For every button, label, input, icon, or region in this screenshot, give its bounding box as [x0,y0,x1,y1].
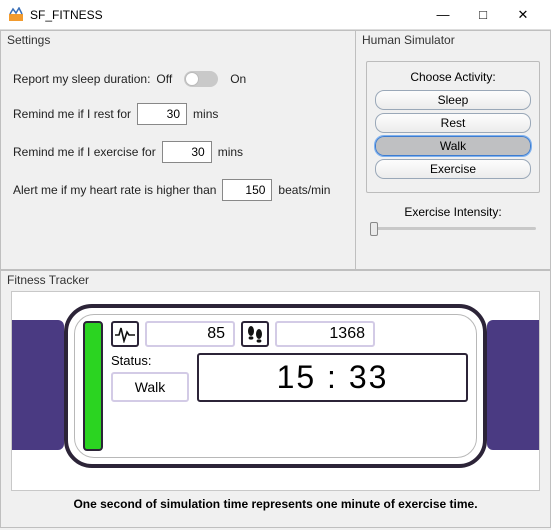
exercise-unit: mins [218,145,243,159]
rest-row: Remind me if I rest for mins [13,103,343,125]
on-label: On [230,72,246,86]
tracker-caption: One second of simulation time represents… [11,497,540,511]
hr-unit: beats/min [278,183,330,197]
top-row: 85 1368 [111,321,468,347]
readouts: 85 1368 Status: Walk 15 : 33 [111,321,468,451]
tracker-panel: Fitness Tracker 85 1368 [0,270,551,528]
mid-row: Status: Walk 15 : 33 [111,353,468,402]
sleep-row: Report my sleep duration: Off On [13,71,343,87]
minimize-button[interactable]: — [423,0,463,30]
rest-unit: mins [193,107,218,121]
slider-track [370,227,536,230]
titlebar: SF_FITNESS — □ ✕ [0,0,551,30]
exercise-label: Remind me if I exercise for [13,145,156,159]
minimize-icon: — [437,7,450,22]
activity-rest-button[interactable]: Rest [375,113,531,133]
app-icon [8,7,24,23]
activity-group-title: Choose Activity: [375,70,531,84]
hr-input[interactable] [222,179,272,201]
intensity-label: Exercise Intensity: [366,205,540,219]
activity-exercise-button[interactable]: Exercise [375,159,531,179]
activity-bar [83,321,103,451]
watch-body: 85 1368 Status: Walk 15 : 33 [64,304,487,468]
tracker-title: Fitness Tracker [7,273,89,287]
simulator-panel: Human Simulator Choose Activity: Sleep R… [356,30,551,270]
activity-sleep-button[interactable]: Sleep [375,90,531,110]
exercise-input[interactable] [162,141,212,163]
settings-panel: Settings Report my sleep duration: Off O… [0,30,356,270]
status-label: Status: [111,353,189,368]
settings-title: Settings [7,33,50,47]
status-column: Status: Walk [111,353,189,402]
off-label: Off [156,72,172,86]
sleep-label: Report my sleep duration: [13,72,150,86]
simulator-title: Human Simulator [362,33,455,47]
maximize-button[interactable]: □ [463,0,503,30]
close-icon: ✕ [518,7,529,23]
rest-label: Remind me if I rest for [13,107,131,121]
intensity-slider[interactable] [366,227,540,230]
heart-rate-icon [111,321,139,347]
toggle-knob [185,72,199,86]
close-button[interactable]: ✕ [503,0,543,30]
heart-rate-value: 85 [145,321,235,347]
rest-input[interactable] [137,103,187,125]
steps-icon [241,321,269,347]
steps-value: 1368 [275,321,375,347]
activity-group: Choose Activity: Sleep Rest Walk Exercis… [366,61,540,193]
window-title: SF_FITNESS [30,8,423,22]
status-value: Walk [111,372,189,402]
watch-area: 85 1368 Status: Walk 15 : 33 [11,291,540,491]
watch-band-left [11,320,64,450]
watch-band-right [487,320,540,450]
watch-inner: 85 1368 Status: Walk 15 : 33 [74,314,477,458]
slider-thumb[interactable] [370,222,378,236]
exercise-row: Remind me if I exercise for mins [13,141,343,163]
hr-label: Alert me if my heart rate is higher than [13,183,216,197]
maximize-icon: □ [479,7,487,22]
sleep-toggle[interactable] [184,71,218,87]
time-display: 15 : 33 [197,353,468,402]
hr-row: Alert me if my heart rate is higher than… [13,179,343,201]
activity-walk-button[interactable]: Walk [375,136,531,156]
